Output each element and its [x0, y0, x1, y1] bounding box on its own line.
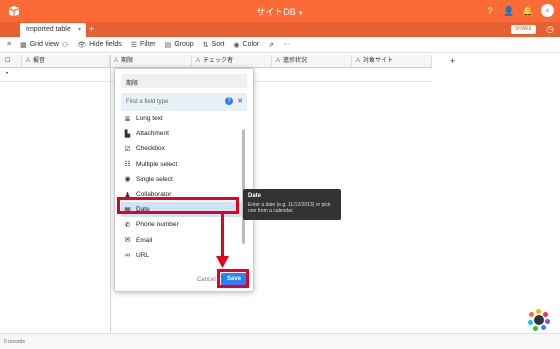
share-button[interactable]: SHARE — [510, 25, 536, 34]
field-type-attachment[interactable]: ▙ Attachment — [121, 126, 247, 141]
tab-imported-table[interactable]: Imported table ▾ — [20, 23, 86, 37]
email-icon: ✉ — [124, 237, 131, 245]
add-table-icon[interactable]: + — [89, 25, 96, 34]
filter-button[interactable]: ☰ Filter — [131, 41, 156, 49]
tooltip-description: Enter a date (e.g. 11/12/2013) or pick o… — [248, 202, 331, 214]
text-field-icon: A — [276, 58, 281, 64]
field-type-email[interactable]: ✉ Email — [121, 233, 247, 248]
frozen-divider — [110, 55, 111, 349]
hide-fields-button[interactable]: 👁 Hide fields — [77, 41, 122, 49]
share-view-icon[interactable]: ⇗ — [268, 41, 274, 49]
field-type-scrollbar[interactable] — [242, 129, 245, 244]
view-toolbar: ≡ ▦ Grid view ⚇ 👁 Hide fields ☰ Filter ▤ Grou… — [0, 37, 560, 53]
annotation-arrowhead — [216, 256, 229, 268]
text-field-icon: A — [26, 58, 31, 64]
sort-button[interactable]: ⇅ Sort — [203, 41, 225, 49]
support-dot — [543, 312, 548, 317]
attachment-icon: ▙ — [124, 130, 131, 138]
color-icon: ◉ — [233, 41, 240, 49]
avatar[interactable]: ● — [541, 4, 554, 17]
field-type-single-select[interactable]: ◉ Single select — [121, 172, 247, 187]
more-button[interactable]: ··· — [283, 41, 290, 48]
url-icon: ∞ — [125, 251, 130, 259]
group-label: Group — [174, 41, 194, 48]
top-icons: ? 👤 🔔 ● — [484, 4, 554, 17]
text-field-icon: A — [114, 58, 119, 64]
help-icon[interactable]: ? — [484, 5, 496, 17]
row-dot-icon: • — [6, 71, 9, 77]
phone-icon: ✆ — [124, 221, 131, 229]
field-name-input[interactable]: 期限 — [121, 74, 247, 88]
save-highlight-box — [217, 269, 249, 288]
field-type-search-input[interactable]: Find a field type ? ✕ — [121, 93, 247, 111]
view-options-icon: ⚇ — [61, 41, 69, 49]
field-type-list: ≣ Long text ▙ Attachment ☑ Checkbox ☷ Multip… — [121, 111, 247, 265]
record-count: 0 records — [0, 333, 560, 349]
filter-icon: ☰ — [130, 41, 138, 49]
top-bar: サイトDB ▼ ? 👤 🔔 ● — [0, 0, 560, 22]
annotation-arrow-line — [221, 212, 224, 259]
select-all-checkbox[interactable]: ☐ — [0, 55, 22, 68]
base-title[interactable]: サイトDB ▼ — [0, 5, 560, 18]
help-icon[interactable]: ? — [225, 97, 233, 105]
chevron-down-icon: ▼ — [297, 11, 304, 17]
hide-fields-label: Hide fields — [89, 41, 122, 48]
support-widget[interactable] — [528, 309, 550, 331]
multiple-select-icon: ☷ — [124, 161, 131, 169]
field-type-long-text[interactable]: ≣ Long text — [121, 111, 247, 126]
collaborators-icon[interactable]: 👤 — [503, 5, 515, 17]
tooltip-title: Date — [248, 193, 262, 199]
cancel-button[interactable]: Cancel — [197, 277, 216, 283]
text-field-icon: A — [356, 58, 361, 64]
long-text-icon: ≣ — [124, 115, 131, 123]
color-button[interactable]: ◉ Color — [233, 41, 259, 49]
history-icon[interactable]: ◷ — [546, 24, 554, 35]
text-field-icon: A — [196, 58, 201, 64]
support-dot — [529, 312, 534, 317]
base-title-label: サイトDB — [256, 7, 296, 17]
column-header-1[interactable]: A 期限 — [110, 55, 192, 68]
grid-view-label: Grid view — [29, 41, 59, 48]
single-select-icon: ◉ — [124, 176, 131, 184]
tab-bar: Imported table ▾ + SHARE ◷ — [0, 22, 560, 37]
field-type-tooltip: Date Enter a date (e.g. 11/12/2013) or p… — [243, 189, 341, 220]
sort-icon: ⇅ — [202, 41, 209, 49]
column-header-3[interactable]: A 進捗状況 — [272, 55, 352, 68]
field-type-checkbox[interactable]: ☑ Checkbox — [121, 141, 247, 156]
close-icon[interactable]: ✕ — [237, 97, 243, 105]
find-field-type-placeholder: Find a field type — [126, 99, 169, 105]
menu-icon: ≡ — [7, 41, 12, 48]
support-dot — [545, 319, 550, 324]
eye-off-icon: 👁 — [77, 41, 87, 49]
tab-menu-chevron-icon[interactable]: ▾ — [78, 26, 81, 33]
grid-icon: ▦ — [20, 41, 27, 49]
grid-header: ☐ A 擬音 A 期限 A チェック者 A 進捗状況 A 対象サイト + — [0, 55, 476, 68]
notifications-icon[interactable]: 🔔 — [522, 5, 534, 17]
field-type-multiple-select[interactable]: ☷ Multiple select — [121, 157, 247, 172]
field-type-phone-number[interactable]: ✆ Phone number — [121, 217, 247, 232]
column-header-2[interactable]: A チェック者 — [192, 55, 272, 68]
group-icon: ▤ — [164, 41, 172, 49]
filter-label: Filter — [140, 41, 156, 48]
support-dot — [541, 325, 546, 330]
checkbox-icon: ☑ — [124, 145, 131, 153]
sort-label: Sort — [211, 41, 225, 48]
column-header-4[interactable]: A 対象サイト — [352, 55, 432, 68]
field-config-pane: 期限 Find a field type ? ✕ ≣ Long text ▙ Att… — [114, 68, 254, 292]
support-dot — [533, 326, 538, 331]
tab-label: Imported table — [26, 26, 71, 33]
add-field-button[interactable]: + — [432, 55, 476, 68]
support-dot — [536, 309, 541, 314]
views-toggle[interactable]: ≡ — [7, 41, 11, 48]
grid-view-button[interactable]: ▦ Grid view ⚇ — [20, 41, 68, 49]
column-header-0[interactable]: A 擬音 — [22, 55, 110, 68]
group-button[interactable]: ▤ Group — [165, 41, 194, 49]
support-dot — [528, 320, 533, 325]
color-label: Color — [242, 41, 260, 48]
support-center-icon — [534, 315, 544, 325]
